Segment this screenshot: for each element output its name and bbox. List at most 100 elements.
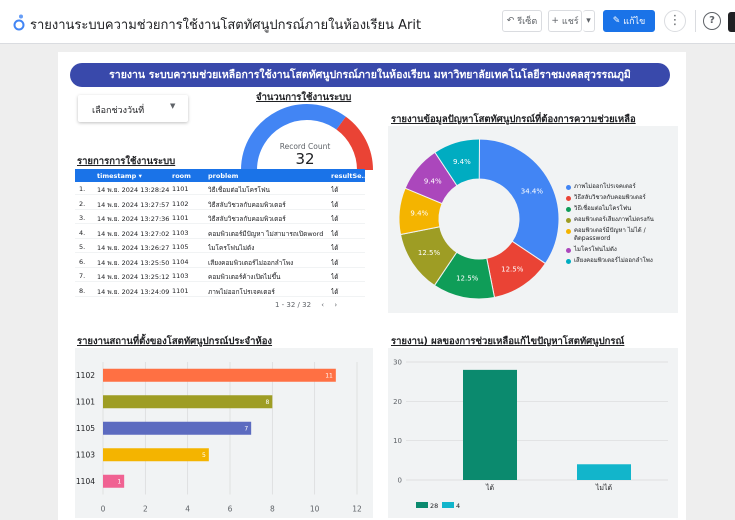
legend-swatch (566, 248, 571, 253)
table-cell-result: ได้ (331, 229, 339, 238)
pie-slice-label: 12.5% (456, 274, 479, 282)
table-row[interactable]: 1. 14 พ.ย. 2024 13:28:24 1101 วิธีเชื่อมต่อ… (75, 182, 365, 195)
table-cell-result: ได้ (331, 186, 339, 194)
pie-slice[interactable] (478, 138, 560, 265)
avatar[interactable] (728, 12, 735, 32)
gauge-remainder-arc (336, 116, 373, 171)
bar[interactable] (103, 448, 209, 462)
report-banner: รายงาน ระบบความช่วยเหลือการใช้งานโสตทัศน… (70, 63, 670, 87)
table-cell-timestamp: 14 พ.ย. 2024 13:25:50 (97, 258, 170, 267)
table-cell-room: 1103 (172, 272, 189, 280)
legend-label: คอมพิวเตอร์เสียงภาพไม่ตรงกัน (574, 216, 654, 223)
y-tick-label: 20 (393, 398, 402, 406)
edit-button[interactable]: ✎ แก้ไข (603, 10, 655, 32)
table-cell-room: 1101 (172, 286, 189, 295)
bar-value-label: 8 (266, 399, 270, 406)
x-category-label: ได้ (485, 483, 494, 492)
chevron-down-icon: ▾ (586, 16, 591, 26)
column-header-room[interactable]: room (172, 172, 202, 180)
bar[interactable] (577, 464, 631, 480)
x-category-label: ไม่ได้ (595, 483, 612, 492)
legend-swatch (566, 218, 571, 223)
legend-item[interactable]: วิธีเชื่อมต่อไมโครโฟน (566, 205, 676, 213)
column-header-problem[interactable]: problem (208, 172, 326, 180)
y-category-label: 1101 (76, 397, 95, 406)
legend-item[interactable]: เสียงคอมพิวเตอร์ไม่ออกลำโพง (566, 257, 676, 265)
legend-label: คอมพิวเตอร์มีปัญหา ไม่ได้ /ติดpassword (574, 227, 646, 242)
table-cell-no: 4. (79, 228, 86, 237)
y-tick-label: 0 (398, 477, 402, 485)
table-cell-result: ได้ (331, 287, 339, 296)
table-row[interactable]: 3. 14 พ.ย. 2024 13:27:36 1101 วิธีสลับวิชวล… (75, 211, 365, 224)
bar[interactable] (103, 395, 273, 409)
table-cell-timestamp: 14 พ.ย. 2024 13:27:57 (97, 200, 170, 209)
bar-value-label: 1 (117, 478, 121, 485)
table-cell-room: 1103 (172, 228, 189, 237)
share-dropdown-button[interactable]: ▾ (583, 10, 595, 32)
table-cell-no: 1. (79, 185, 86, 193)
x-tick-label: 4 (185, 505, 190, 514)
y-category-label: 1104 (76, 477, 95, 486)
usage-table: timestamp ▾ room problem resultSe... 1. 1… (75, 169, 369, 316)
pie-slice-label: 12.5% (501, 265, 524, 273)
table-cell-timestamp: 14 พ.ย. 2024 13:26:27 (97, 244, 170, 252)
table-row[interactable]: 4. 14 พ.ย. 2024 13:27:02 1103 คอมพิวเตอร์มี… (75, 226, 365, 239)
table-title: รายการการใช้งานระบบ (77, 156, 176, 167)
legend-swatch (442, 502, 454, 508)
legend-swatch (566, 196, 571, 201)
result-column-chart[interactable]: 0 10 20 30 ได้ ไม่ได้ 28 4 (388, 350, 678, 518)
pie-slice-label: 34.4% (521, 187, 544, 195)
table-row[interactable]: 2. 14 พ.ย. 2024 13:27:57 1102 วิธีสลับวิชวล… (75, 197, 365, 210)
table-row[interactable]: 6. 14 พ.ย. 2024 13:25:50 1104 เสียงคอมพิวเต… (75, 255, 365, 268)
share-button[interactable]: + แชร์ (548, 10, 582, 32)
table-row[interactable]: 5. 14 พ.ย. 2024 13:26:27 1105 ไมโครโฟนไม่ดั… (75, 240, 365, 253)
pager-range: 1 - 32 / 32 (275, 301, 312, 309)
bar[interactable] (103, 421, 252, 435)
legend-item[interactable]: คอมพิวเตอร์มีปัญหา ไม่ได้ /ติดpassword (566, 227, 676, 243)
legend-item[interactable]: วิธีสลับวิชวลกับคอมพิวเตอร์ (566, 194, 676, 202)
table-row[interactable]: 7. 14 พ.ย. 2024 13:25:12 1103 คอมพิวเตอร์ค้… (75, 269, 365, 282)
legend-label: ภาพไม่ออกโปรเจคเตอร์ (574, 183, 636, 190)
bar[interactable] (103, 368, 336, 382)
date-range-label: เลือกช่วงวันที่ (92, 106, 145, 116)
table-header: timestamp ▾ room problem resultSe... (75, 169, 369, 182)
legend-swatch (566, 259, 571, 264)
column-header-timestamp[interactable]: timestamp ▾ (97, 172, 177, 180)
y-tick-label: 10 (393, 437, 402, 445)
column-header-result[interactable]: resultSe... (331, 172, 369, 180)
prev-page-icon[interactable]: ‹ (321, 301, 324, 309)
reset-button[interactable]: ↶ รีเซ็ต (502, 10, 542, 32)
problem-donut-chart[interactable]: 34.4% 12.5% 12.5% 12.5% 9.4% 9.4% 9.4% (394, 131, 564, 307)
toolbar-divider (695, 10, 696, 32)
table-cell-problem: วิธีสลับวิชวลกับคอมพิวเตอร์ (208, 215, 286, 223)
table-cell-timestamp: 14 พ.ย. 2024 13:27:36 (97, 215, 170, 223)
table-cell-timestamp: 14 พ.ย. 2024 13:28:24 (97, 186, 170, 194)
table-cell-problem: คอมพิวเตอร์มีปัญหา ไม่สามารถเปิดword (208, 229, 324, 238)
next-page-icon[interactable]: › (334, 301, 337, 309)
bar[interactable] (463, 369, 517, 480)
table-cell-no: 8. (79, 286, 86, 295)
legend-swatch (416, 502, 428, 508)
bar-value-label: 11 (325, 372, 333, 379)
table-cell-timestamp: 14 พ.ย. 2024 13:24:09 (97, 287, 170, 296)
room-bar-chart[interactable]: 0 2 4 6 8 10 12 1102 11 1101 8 1105 7 1103 5 1104 1 (75, 350, 373, 518)
table-row[interactable]: 8. 14 พ.ย. 2024 13:24:09 1101 ภาพไม่ออกโปรเ… (75, 284, 365, 297)
pie-legend: ภาพไม่ออกโปรเจคเตอร์วิธีสลับวิชวลกับคอมพ… (566, 183, 676, 268)
legend-item[interactable]: ไมโครโฟนไม่ดัง (566, 246, 676, 254)
x-tick-label: 2 (143, 505, 148, 514)
table-cell-room: 1102 (172, 199, 189, 208)
legend-item[interactable]: คอมพิวเตอร์เสียงภาพไม่ตรงกัน (566, 216, 676, 224)
table-cell-problem: วิธีเชื่อมต่อไมโครโฟน (208, 186, 270, 194)
table-cell-result: ได้ (331, 200, 339, 209)
pie-slice-label: 9.4% (453, 158, 471, 166)
more-options-icon[interactable]: ⋮ (664, 10, 686, 32)
legend-item[interactable]: ภาพไม่ออกโปรเจคเตอร์ (566, 183, 676, 191)
table-cell-result: ได้ (331, 215, 339, 223)
table-cell-no: 7. (79, 272, 86, 280)
bar-chart-title: รายงานสถานที่ตั้งของโสตทัศนูปกรณ์ประจำห้… (77, 336, 273, 347)
x-tick-label: 12 (352, 505, 362, 514)
date-range-picker[interactable]: เลือกช่วงวันที่ ▼ (78, 95, 188, 122)
x-tick-label: 8 (270, 505, 275, 514)
table-cell-result: ได้ (331, 244, 339, 252)
help-icon[interactable]: ? (703, 12, 721, 30)
